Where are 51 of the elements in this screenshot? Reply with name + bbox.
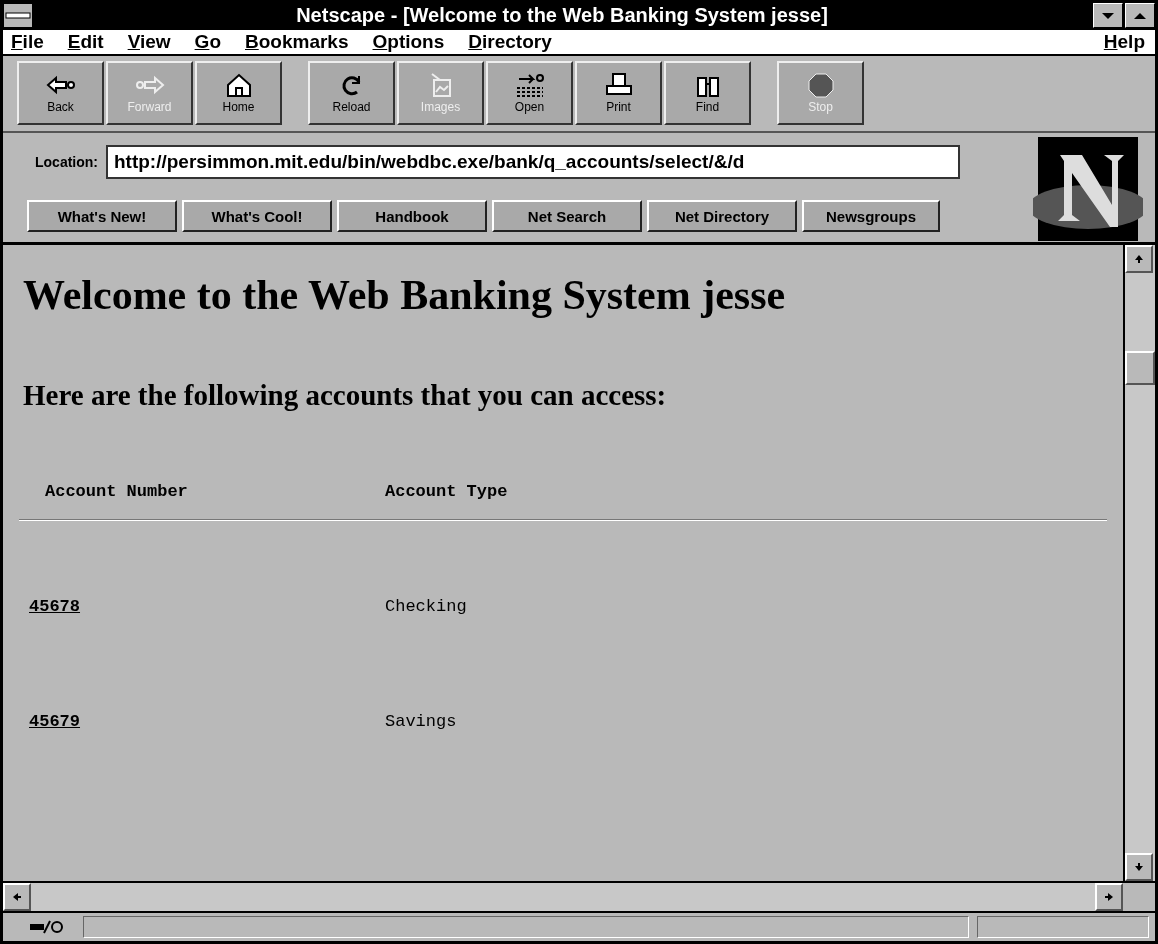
left-arrow-icon	[12, 892, 22, 902]
minus-icon	[5, 11, 31, 20]
column-header: Account Type	[385, 482, 509, 501]
menu-item[interactable]: Bookmarks	[245, 31, 349, 53]
up-arrow-icon	[1134, 254, 1144, 264]
account-number-link[interactable]: 45678	[29, 597, 80, 616]
menu-item[interactable]: Options	[372, 31, 445, 53]
up-triangle-icon	[1133, 11, 1147, 20]
down-triangle-icon	[1101, 11, 1115, 20]
page-heading: Welcome to the Web Banking System jesse	[23, 271, 787, 319]
directory-button[interactable]: What's Cool!	[182, 200, 332, 232]
menu-item[interactable]: Directory	[468, 31, 552, 53]
menu-item[interactable]: File	[11, 31, 44, 53]
horizontal-scrollbar[interactable]	[3, 883, 1155, 913]
toolbar-button[interactable]: Home	[195, 61, 282, 125]
scroll-right-button[interactable]	[1095, 883, 1123, 911]
menu-item[interactable]: Edit	[67, 31, 104, 53]
directory-button[interactable]: What's New!	[27, 200, 177, 232]
menu-item[interactable]: Help	[1103, 31, 1145, 53]
table-cell-text: Savings	[385, 712, 458, 731]
directory-button[interactable]: Handbook	[337, 200, 487, 232]
security-key-icon	[29, 919, 65, 935]
scroll-up-button[interactable]	[1125, 245, 1153, 273]
location-label: Location:	[35, 154, 98, 170]
location-field[interactable]: http://persimmon.mit.edu/bin/webdbc.exe/bank/q_accounts/select/&/d	[106, 145, 960, 179]
toolbar-button[interactable]: Open	[486, 61, 573, 125]
directory-button[interactable]: Net Search	[492, 200, 642, 232]
toolbar-button[interactable]: Print	[575, 61, 662, 125]
scrollbar-corner	[1123, 883, 1155, 911]
account-number-link[interactable]: 45679	[29, 712, 80, 731]
logo-icon	[1033, 136, 1143, 241]
toolbar-button[interactable]: Find	[664, 61, 751, 125]
down-arrow-icon	[1134, 862, 1144, 872]
maximize-button[interactable]	[1125, 3, 1155, 28]
menu-item[interactable]: Go	[194, 31, 221, 53]
window-title: Netscape - [Welcome to the Web Banking System jesse]	[295, 4, 829, 27]
minimize-button[interactable]	[1093, 3, 1123, 28]
directory-button[interactable]: Net Directory	[647, 200, 797, 232]
toolbar-button[interactable]: Reload	[308, 61, 395, 125]
directory-button[interactable]: Newsgroups	[802, 200, 940, 232]
menu-item[interactable]: View	[127, 31, 171, 53]
scroll-thumb[interactable]	[1125, 351, 1155, 385]
vertical-scrollbar[interactable]	[1123, 245, 1155, 881]
system-menu-button[interactable]	[3, 3, 33, 28]
right-arrow-icon	[1104, 892, 1114, 902]
column-header: Account Number	[45, 482, 189, 501]
scroll-down-button[interactable]	[1125, 853, 1153, 881]
page-subheading: Here are the following accounts that you can access:	[23, 379, 668, 412]
toolbar-button[interactable]: Back	[17, 61, 104, 125]
scroll-left-button[interactable]	[3, 883, 31, 911]
table-cell-text: Checking	[385, 597, 468, 616]
